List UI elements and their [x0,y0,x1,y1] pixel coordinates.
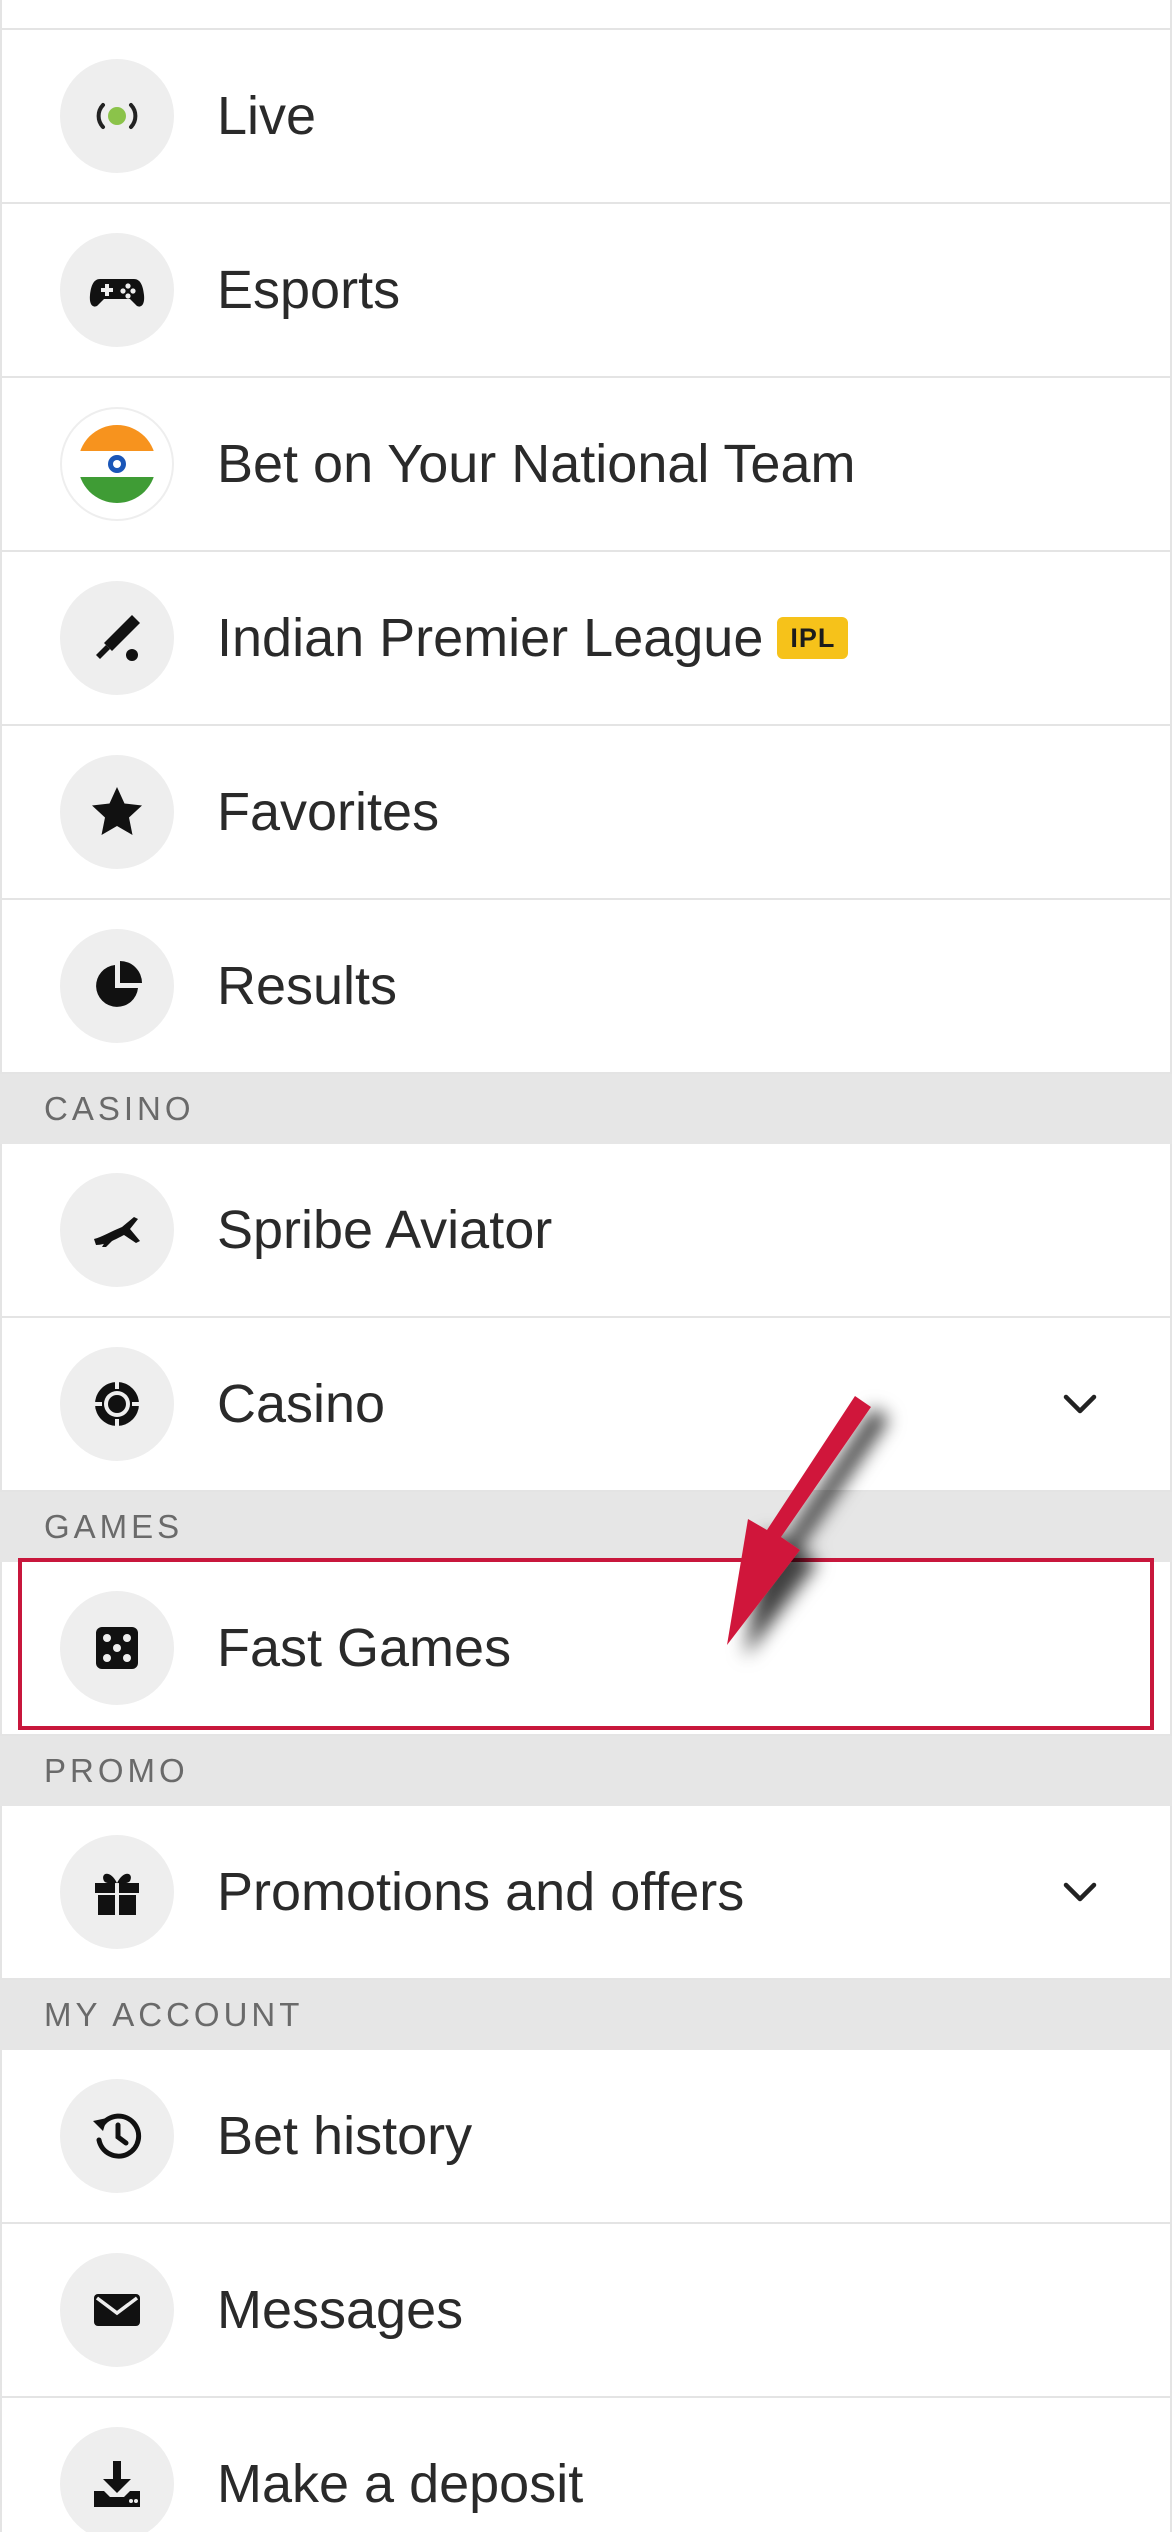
history-icon [60,2079,174,2193]
menu-item-casino[interactable]: Casino [0,1318,1172,1492]
menu-item-label: Messages [217,2280,464,2340]
menu-item-label: Esports [217,260,401,320]
section-header-promo: PROMO [0,1736,1172,1806]
menu-item-label: Bet history [217,2106,473,2166]
pie-chart-icon [60,929,174,1043]
menu-item-label: Results [217,956,398,1016]
menu-item-label: Bet on Your National Team [217,434,856,494]
menu-item-live[interactable]: Live [0,30,1172,204]
menu-item-make-deposit[interactable]: Make a deposit [0,2398,1172,2532]
gift-icon [60,1835,174,1949]
india-flag-icon [60,407,174,521]
section-header-my-account: MY ACCOUNT [0,1980,1172,2050]
chevron-down-icon[interactable] [1060,1872,1100,1912]
ipl-badge: IPL [777,616,849,659]
download-icon [60,2427,174,2532]
menu-item-promotions[interactable]: Promotions and offers [0,1806,1172,1980]
menu-item-label: Indian Premier League IPL [217,552,849,724]
cricket-bat-icon [60,581,174,695]
menu-item-messages[interactable]: Messages [0,2224,1172,2398]
highlight-box [18,1558,1154,1730]
section-header-casino: CASINO [0,1074,1172,1144]
menu-item-favorites[interactable]: Favorites [0,726,1172,900]
ipl-label-text: Indian Premier League [217,608,764,668]
menu-top-edge [0,0,1172,30]
menu-item-label: Spribe Aviator [217,1200,553,1260]
menu-item-bet-history[interactable]: Bet history [0,2050,1172,2224]
menu-item-label: Casino [217,1374,386,1434]
menu-item-label: Live [217,86,317,146]
menu-item-national-team[interactable]: Bet on Your National Team [0,378,1172,552]
menu-item-ipl[interactable]: Indian Premier League IPL [0,552,1172,726]
pointer-arrow-icon [727,1396,871,1645]
casino-chip-icon [60,1347,174,1461]
gamepad-icon [60,233,174,347]
menu-item-label: Make a deposit [217,2454,584,2514]
menu-item-esports[interactable]: Esports [0,204,1172,378]
star-icon [60,755,174,869]
section-header-games: GAMES [0,1492,1172,1562]
envelope-icon [60,2253,174,2367]
menu-item-label: Promotions and offers [217,1862,745,1922]
airplane-icon [60,1173,174,1287]
menu-item-spribe-aviator[interactable]: Spribe Aviator [0,1144,1172,1318]
chevron-down-icon[interactable] [1060,1384,1100,1424]
menu-item-results[interactable]: Results [0,900,1172,1074]
live-icon [60,59,174,173]
side-menu: Live Esports Bet on Your National Team I… [0,0,1172,2532]
menu-item-label: Favorites [217,782,440,842]
